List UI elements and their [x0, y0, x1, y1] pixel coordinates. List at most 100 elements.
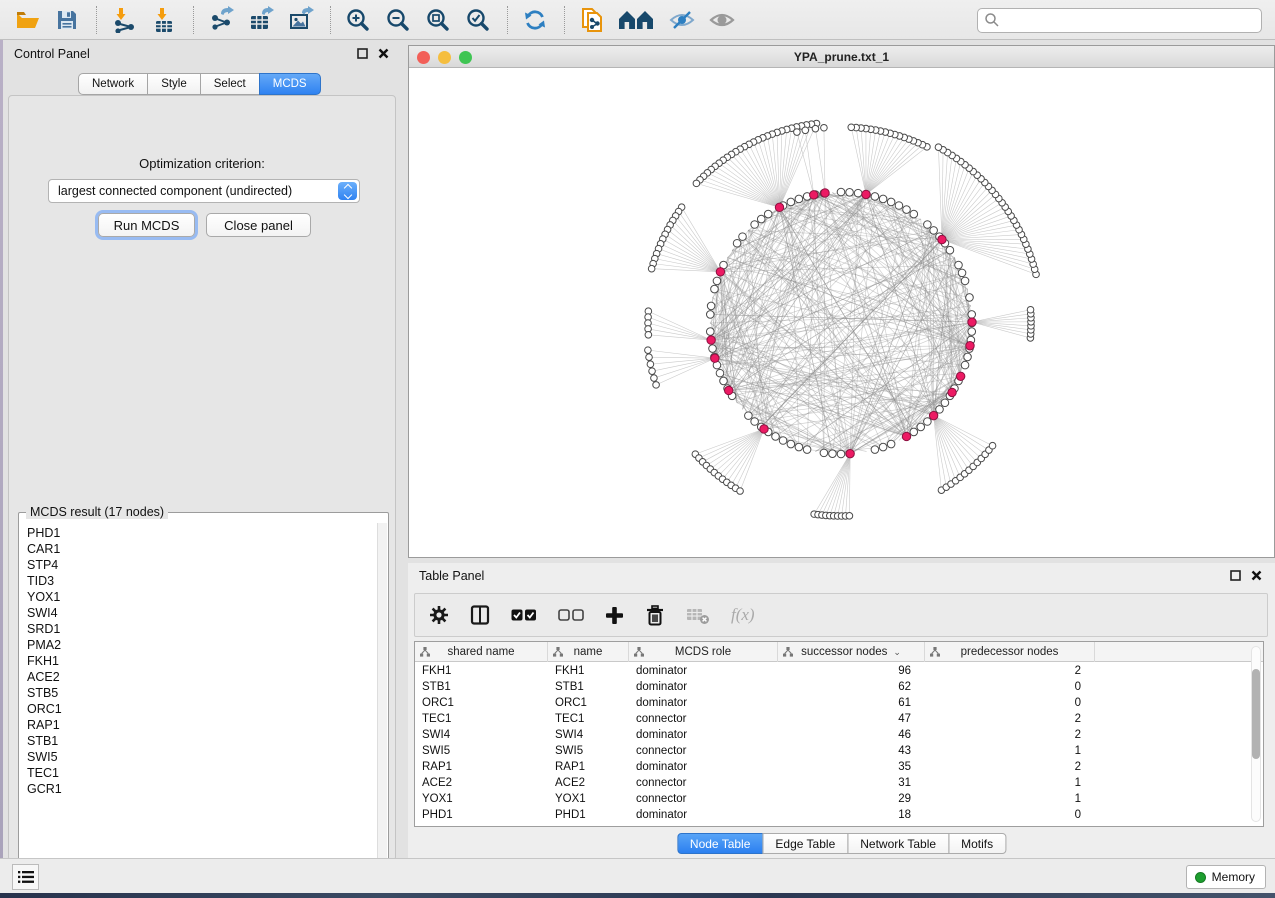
mcds-result-item[interactable]: FKH1	[27, 653, 372, 669]
mcds-result-item[interactable]: TEC1	[27, 765, 372, 781]
cell-predecessor_nodes[interactable]: 2	[925, 761, 1095, 773]
network-window-titlebar[interactable]: YPA_prune.txt_1	[409, 46, 1274, 68]
mcds-result-item[interactable]: GCR1	[27, 781, 372, 797]
column-view-icon[interactable]	[470, 605, 490, 625]
cell-successor_nodes[interactable]: 61	[778, 697, 925, 709]
column-header-MCDS-role[interactable]: MCDS role	[629, 642, 778, 662]
open-session-icon[interactable]	[12, 5, 42, 35]
zoom-selected-icon[interactable]	[463, 5, 493, 35]
cell-predecessor_nodes[interactable]: 2	[925, 665, 1095, 677]
tab-edge-table[interactable]: Edge Table	[762, 833, 848, 854]
show-all-icon[interactable]	[707, 5, 737, 35]
tab-style[interactable]: Style	[147, 73, 201, 95]
table-scrollbar-thumb[interactable]	[1252, 669, 1260, 759]
column-header-shared-name[interactable]: shared name	[415, 642, 548, 662]
cell-shared_name[interactable]: ACE2	[415, 777, 548, 789]
save-session-icon[interactable]	[52, 5, 82, 35]
table-row[interactable]: ACE2ACE2connector311	[415, 775, 1263, 791]
zoom-out-icon[interactable]	[383, 5, 413, 35]
cell-name[interactable]: FKH1	[548, 665, 629, 677]
import-table-icon[interactable]	[149, 5, 179, 35]
close-panel-button[interactable]: Close panel	[206, 213, 311, 237]
first-neighbors-icon[interactable]	[617, 5, 657, 35]
mcds-result-item[interactable]: YOX1	[27, 589, 372, 605]
mcds-result-list[interactable]: PHD1CAR1STP4TID3YOX1SWI4SRD1PMA2FKH1ACE2…	[20, 523, 372, 882]
cell-successor_nodes[interactable]: 46	[778, 729, 925, 741]
table-scrollbar[interactable]	[1251, 646, 1261, 822]
mcds-result-item[interactable]: CAR1	[27, 541, 372, 557]
cell-name[interactable]: YOX1	[548, 793, 629, 805]
mcds-result-item[interactable]: SWI4	[27, 605, 372, 621]
cell-mcds_role[interactable]: dominator	[629, 809, 778, 821]
cell-predecessor_nodes[interactable]: 0	[925, 809, 1095, 821]
close-window-icon[interactable]	[417, 51, 430, 64]
zoom-fit-icon[interactable]	[423, 5, 453, 35]
column-header-predecessor-nodes[interactable]: predecessor nodes	[925, 642, 1095, 662]
run-mcds-button[interactable]: Run MCDS	[98, 213, 195, 237]
cell-shared_name[interactable]: TEC1	[415, 713, 548, 725]
mcds-result-item[interactable]: SRD1	[27, 621, 372, 637]
cell-predecessor_nodes[interactable]: 2	[925, 713, 1095, 725]
zoom-in-icon[interactable]	[343, 5, 373, 35]
cell-predecessor_nodes[interactable]: 1	[925, 793, 1095, 805]
cell-mcds_role[interactable]: dominator	[629, 681, 778, 693]
table-row[interactable]: FKH1FKH1dominator962	[415, 663, 1263, 679]
cell-shared_name[interactable]: PHD1	[415, 809, 548, 821]
tab-network-table[interactable]: Network Table	[847, 833, 949, 854]
cell-name[interactable]: TEC1	[548, 713, 629, 725]
cell-name[interactable]: ORC1	[548, 697, 629, 709]
close-table-panel-icon[interactable]	[1250, 569, 1263, 582]
add-column-icon[interactable]	[605, 606, 624, 625]
cell-successor_nodes[interactable]: 31	[778, 777, 925, 789]
cell-mcds_role[interactable]: connector	[629, 793, 778, 805]
cell-mcds_role[interactable]: dominator	[629, 761, 778, 773]
cell-shared_name[interactable]: ORC1	[415, 697, 548, 709]
cell-successor_nodes[interactable]: 47	[778, 713, 925, 725]
hide-selected-icon[interactable]	[667, 5, 697, 35]
cell-successor_nodes[interactable]: 18	[778, 809, 925, 821]
cell-predecessor_nodes[interactable]: 2	[925, 729, 1095, 741]
maximize-window-icon[interactable]	[459, 51, 472, 64]
cell-successor_nodes[interactable]: 96	[778, 665, 925, 677]
cell-name[interactable]: ACE2	[548, 777, 629, 789]
tab-network[interactable]: Network	[78, 73, 148, 95]
cell-name[interactable]: RAP1	[548, 761, 629, 773]
cell-name[interactable]: PHD1	[548, 809, 629, 821]
criterion-dropdown[interactable]: largest connected component (undirected)	[48, 179, 360, 203]
cell-mcds_role[interactable]: dominator	[629, 697, 778, 709]
cell-mcds_role[interactable]: dominator	[629, 665, 778, 677]
float-panel-icon[interactable]	[356, 47, 369, 60]
cell-shared_name[interactable]: FKH1	[415, 665, 548, 677]
cell-shared_name[interactable]: RAP1	[415, 761, 548, 773]
minimize-window-icon[interactable]	[438, 51, 451, 64]
cell-successor_nodes[interactable]: 29	[778, 793, 925, 805]
mcds-result-item[interactable]: ACE2	[27, 669, 372, 685]
tab-mcds[interactable]: MCDS	[259, 73, 321, 95]
cell-name[interactable]: STB1	[548, 681, 629, 693]
mcds-result-item[interactable]: PMA2	[27, 637, 372, 653]
mcds-result-item[interactable]: STP4	[27, 557, 372, 573]
mcds-result-item[interactable]: ORC1	[27, 701, 372, 717]
network-canvas[interactable]	[409, 68, 1274, 557]
cell-mcds_role[interactable]: connector	[629, 745, 778, 757]
mcds-result-item[interactable]: STB5	[27, 685, 372, 701]
deselect-all-icon[interactable]	[558, 608, 584, 622]
memory-button[interactable]: Memory	[1186, 865, 1266, 889]
cell-successor_nodes[interactable]: 62	[778, 681, 925, 693]
mcds-result-item[interactable]: SWI5	[27, 749, 372, 765]
table-row[interactable]: PHD1PHD1dominator180	[415, 807, 1263, 823]
mcds-result-item[interactable]: STB1	[27, 733, 372, 749]
mcds-list-scrollbar[interactable]	[377, 523, 387, 882]
cell-successor_nodes[interactable]: 43	[778, 745, 925, 757]
cell-predecessor_nodes[interactable]: 0	[925, 681, 1095, 693]
show-panels-list-button[interactable]	[12, 864, 39, 890]
clone-network-icon[interactable]	[577, 5, 607, 35]
cell-mcds_role[interactable]: dominator	[629, 729, 778, 741]
table-row[interactable]: STB1STB1dominator620	[415, 679, 1263, 695]
cell-name[interactable]: SWI5	[548, 745, 629, 757]
refresh-layout-icon[interactable]	[520, 5, 550, 35]
cell-name[interactable]: SWI4	[548, 729, 629, 741]
column-header-successor-nodes[interactable]: successor nodes⌄	[778, 642, 925, 662]
table-row[interactable]: YOX1YOX1connector291	[415, 791, 1263, 807]
table-row[interactable]: SWI4SWI4dominator462	[415, 727, 1263, 743]
